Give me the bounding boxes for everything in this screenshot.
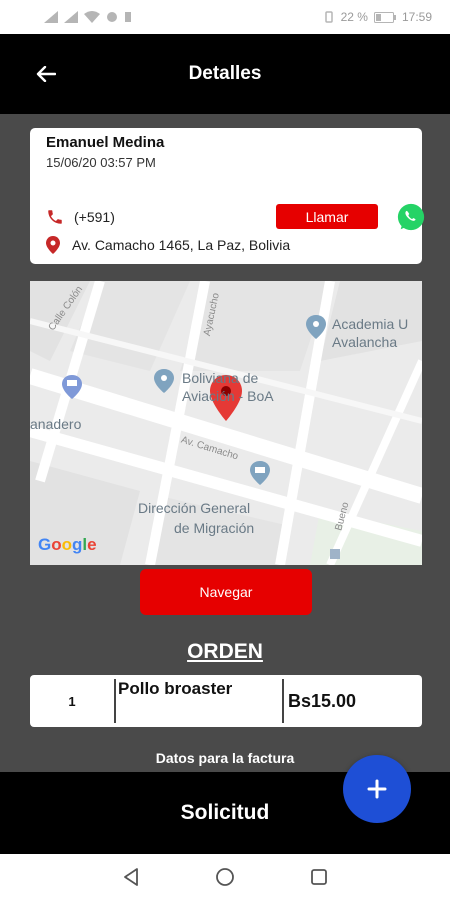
back-button[interactable] [30, 58, 62, 90]
back-arrow-icon [36, 66, 56, 82]
vibrate-icon [324, 11, 333, 23]
battery-icon [373, 11, 396, 23]
request-label: Solicitud [180, 801, 270, 824]
google-letter: g [72, 535, 83, 554]
navigate-button[interactable]: Navegar [140, 569, 312, 615]
google-letter: o [51, 535, 62, 554]
phone-row: (+591) Llamar [46, 203, 425, 231]
customer-card: Emanuel Medina 15/06/20 03:57 PM (+591) … [30, 128, 425, 264]
signal-icon [44, 11, 58, 23]
map-place-label: Avalancha [332, 334, 398, 350]
recents-square-icon [311, 869, 327, 885]
order-item-product: Pollo broaster [118, 679, 233, 698]
app-bar: Detalles [0, 34, 450, 114]
add-fab-button[interactable] [343, 755, 411, 823]
order-item-qty: 1 [68, 693, 76, 709]
status-left-icons [44, 11, 132, 23]
google-logo: Google [38, 535, 97, 555]
google-letter: G [38, 535, 52, 554]
home-circle-icon [216, 868, 234, 886]
battery-percent: 22 % [340, 10, 368, 24]
map-place-label: Dirección General [138, 500, 251, 516]
map-view[interactable]: Calle Colón Ayacucho Academia U Avalanch… [30, 281, 422, 565]
address-text: Av. Camacho 1465, La Paz, Bolivia [72, 237, 291, 253]
page-title: Detalles [188, 63, 262, 84]
notification-icon [125, 12, 131, 22]
call-button[interactable]: Llamar [276, 204, 378, 229]
google-letter: o [61, 535, 73, 554]
wifi-icon [84, 11, 100, 23]
status-bar: 22 % 17:59 [0, 0, 450, 34]
whatsapp-icon[interactable] [396, 202, 426, 232]
plus-icon [367, 779, 387, 799]
system-nav-bar [0, 854, 450, 900]
order-item-price: Bs15.00 [288, 690, 357, 711]
customer-name: Emanuel Medina [46, 134, 165, 151]
status-right: 22 % 17:59 [323, 10, 432, 24]
column-divider [282, 679, 284, 723]
nav-recents-button[interactable] [307, 865, 331, 889]
map-place-label: Academia U [332, 316, 409, 332]
map-place-label: Boliviana de [182, 370, 259, 386]
order-item-row: 1 Pollo broaster Bs15.00 [30, 675, 422, 727]
order-heading: ORDEN [187, 640, 263, 663]
column-divider [114, 679, 116, 723]
nav-back-button[interactable] [119, 865, 143, 889]
phone-icon [48, 210, 62, 224]
clock: 17:59 [401, 10, 432, 24]
map-place-label: anadero [30, 416, 82, 432]
map-place-label: Aviación - BoA [182, 388, 274, 404]
back-triangle-icon [124, 868, 138, 886]
address-row: Av. Camacho 1465, La Paz, Bolivia [46, 236, 290, 254]
phone-number: (+591) [74, 209, 115, 225]
map-place-label: de Migración [174, 520, 255, 536]
nav-home-button[interactable] [213, 865, 237, 889]
order-date: 15/06/20 03:57 PM [46, 155, 156, 170]
google-letter: e [87, 535, 97, 554]
chat-icon [107, 12, 117, 22]
location-pin-icon [46, 236, 60, 254]
signal2-icon [64, 11, 78, 23]
